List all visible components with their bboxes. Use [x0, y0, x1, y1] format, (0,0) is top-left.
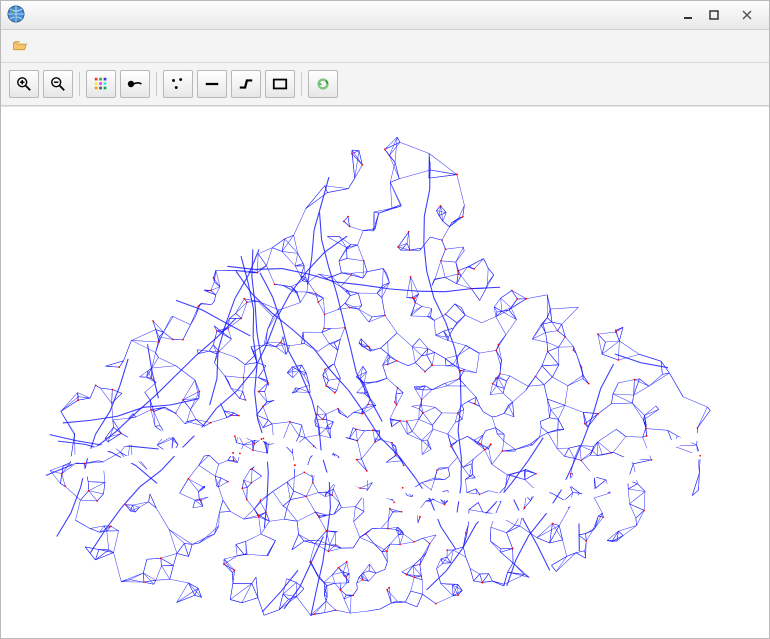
map-canvas[interactable]: [1, 106, 769, 638]
random-points-icon: [170, 75, 186, 93]
color-palette-icon: [93, 75, 109, 93]
zoom-out-icon: [50, 75, 66, 93]
z-line-button[interactable]: [231, 70, 261, 98]
color-palette-button[interactable]: [86, 70, 116, 98]
line-icon: [204, 75, 220, 93]
zoom-out-button[interactable]: [43, 70, 73, 98]
random-points-button[interactable]: [163, 70, 193, 98]
close-button[interactable]: [727, 5, 767, 25]
zoom-in-button[interactable]: [9, 70, 39, 98]
window-controls: [675, 5, 767, 25]
titlebar-left: [7, 5, 31, 26]
globe-icon: [7, 5, 25, 26]
minimize-button[interactable]: [675, 5, 701, 25]
tadpole-shape-button[interactable]: [120, 70, 150, 98]
app-window: [0, 0, 770, 639]
maximize-button[interactable]: [701, 5, 727, 25]
line-tool-button[interactable]: [197, 70, 227, 98]
menubar: [1, 30, 769, 63]
toolbar-separator: [79, 72, 80, 96]
zoom-in-icon: [16, 75, 32, 93]
toolbar-separator: [156, 72, 157, 96]
toolbar: [1, 63, 769, 106]
refresh-button[interactable]: [308, 70, 338, 98]
refresh-icon: [315, 75, 331, 93]
titlebar: [1, 1, 769, 30]
tadpole-icon: [127, 76, 143, 92]
rectangle-icon: [272, 75, 288, 93]
toolbar-separator: [301, 72, 302, 96]
rectangle-tool-button[interactable]: [265, 70, 295, 98]
open-folder-button[interactable]: [7, 35, 33, 57]
street-network-map: [1, 107, 769, 638]
open-folder-icon: [13, 37, 27, 55]
z-line-icon: [238, 75, 254, 93]
